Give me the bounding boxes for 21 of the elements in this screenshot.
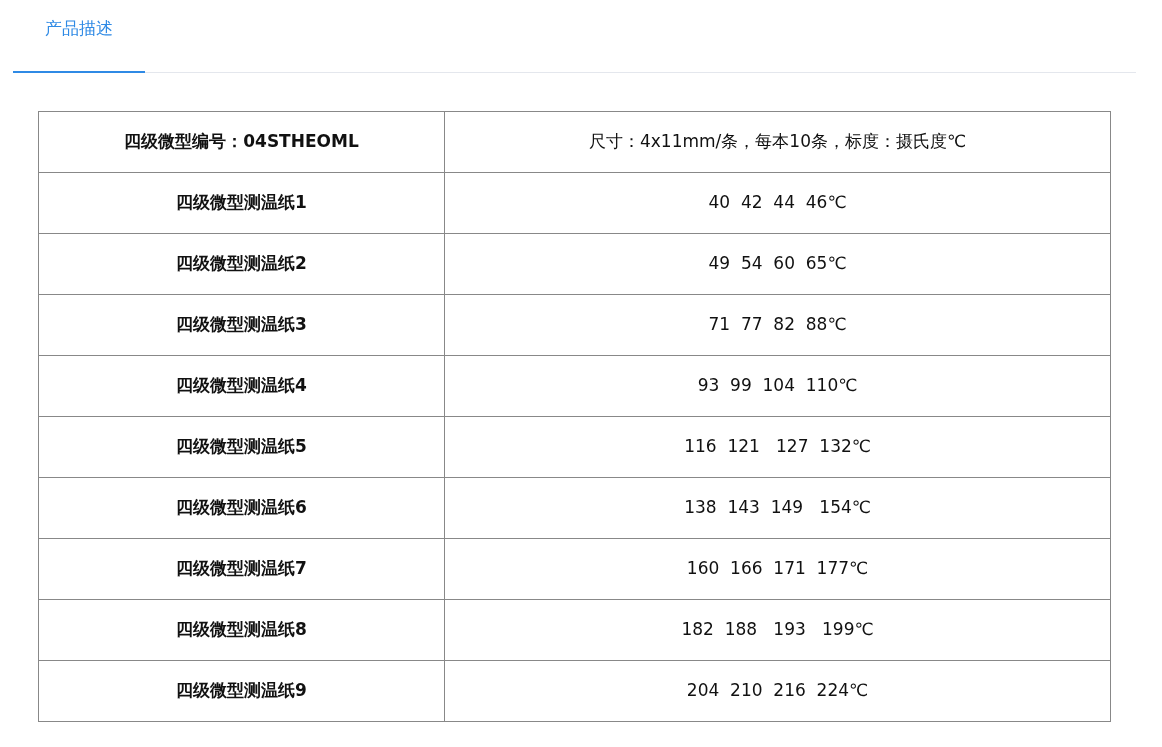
table-cell: 182 188 193 199℃: [444, 599, 1111, 661]
table-cell: 尺寸：4x11mm/条，每本10条，标度：摄氏度℃: [444, 111, 1111, 173]
table-cell: 40 42 44 46℃: [444, 172, 1111, 234]
row-header-cell: 四级微型测温纸8: [38, 599, 445, 661]
row-header-cell: 四级微型测温纸7: [38, 538, 445, 600]
row-header-cell: 四级微型测温纸5: [38, 416, 445, 478]
row-header-cell: 四级微型测温纸9: [38, 660, 445, 722]
row-header-cell: 四级微型测温纸6: [38, 477, 445, 539]
tab[interactable]: 产品描述: [13, 0, 145, 73]
table-cell: 71 77 82 88℃: [444, 294, 1111, 356]
table-cell: 204 210 216 224℃: [444, 660, 1111, 722]
table-cell: 138 143 149 154℃: [444, 477, 1111, 539]
row-header-cell: 四级微型编号：04STHEOML: [38, 111, 445, 173]
table-cell: 116 121 127 132℃: [444, 416, 1111, 478]
table-cell: 160 166 171 177℃: [444, 538, 1111, 600]
row-header-cell: 四级微型测温纸1: [38, 172, 445, 234]
row-header-cell: 四级微型测温纸3: [38, 294, 445, 356]
row-header-cell: 四级微型测温纸2: [38, 233, 445, 295]
row-header-cell: 四级微型测温纸4: [38, 355, 445, 417]
table-cell: 49 54 60 65℃: [444, 233, 1111, 295]
table-cell: 93 99 104 110℃: [444, 355, 1111, 417]
